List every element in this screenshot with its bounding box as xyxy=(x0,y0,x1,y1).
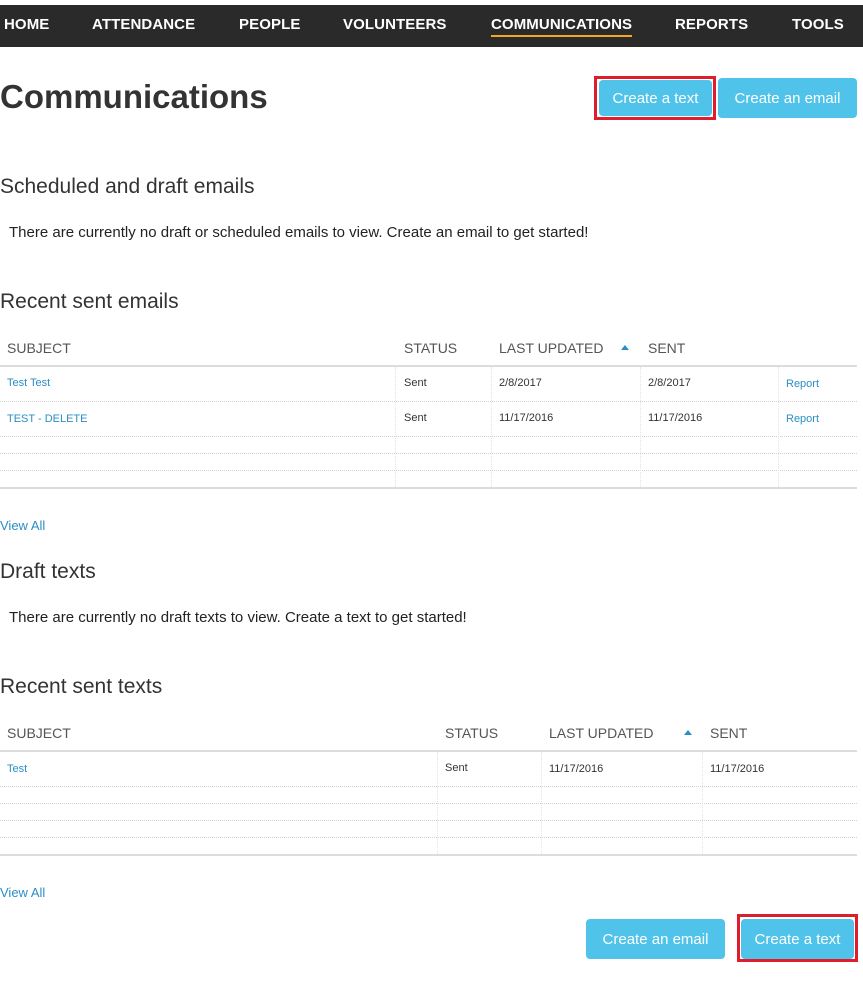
column-divider xyxy=(640,367,641,487)
nav-people[interactable]: PEOPLE xyxy=(239,5,300,47)
row-divider xyxy=(0,820,857,821)
create-text-button[interactable]: Create a text xyxy=(741,919,854,959)
column-divider xyxy=(437,752,438,854)
row-divider xyxy=(0,401,857,402)
create-email-button[interactable]: Create an email xyxy=(586,919,725,959)
texts-view-all-link[interactable]: View All xyxy=(0,885,45,900)
recent-emails-table: SUBJECT STATUS LAST UPDATED SENT Test Te… xyxy=(0,340,857,490)
row-divider xyxy=(0,436,857,437)
email-last-updated: 2/8/2017 xyxy=(499,377,542,389)
recent-texts-table: SUBJECT STATUS LAST UPDATED SENT Test Se… xyxy=(0,725,857,875)
table-bottom-divider xyxy=(0,854,857,856)
row-divider xyxy=(0,803,857,804)
text-status: Sent xyxy=(445,762,468,774)
draft-texts-heading: Draft texts xyxy=(0,560,96,583)
email-sent: 11/17/2016 xyxy=(648,412,703,424)
row-divider xyxy=(0,786,857,787)
row-divider xyxy=(0,470,857,471)
email-status: Sent xyxy=(404,412,427,424)
nav-reports[interactable]: REPORTS xyxy=(675,5,748,47)
text-subject-link[interactable]: Test xyxy=(7,763,27,775)
email-subject-link[interactable]: TEST - DELETE xyxy=(7,413,87,425)
emails-view-all-link[interactable]: View All xyxy=(0,518,45,533)
email-status: Sent xyxy=(404,377,427,389)
email-subject-link[interactable]: Test Test xyxy=(7,377,50,389)
column-header-subject[interactable]: SUBJECT xyxy=(7,725,71,741)
recent-emails-heading: Recent sent emails xyxy=(0,290,179,313)
column-header-last-updated[interactable]: LAST UPDATED xyxy=(499,340,604,356)
nav-home[interactable]: HOME xyxy=(4,5,49,47)
text-sent: 11/17/2016 xyxy=(710,763,765,775)
page-title: Communications xyxy=(0,78,268,115)
sort-ascending-icon[interactable] xyxy=(621,345,629,350)
nav-tools[interactable]: TOOLS xyxy=(792,5,844,47)
email-sent: 2/8/2017 xyxy=(648,377,691,389)
row-divider xyxy=(0,453,857,454)
column-divider xyxy=(491,367,492,487)
column-divider xyxy=(778,367,779,487)
report-link[interactable]: Report xyxy=(786,378,819,390)
sort-ascending-icon[interactable] xyxy=(684,730,692,735)
nav-communications[interactable]: COMMUNICATIONS xyxy=(491,5,633,47)
recent-texts-heading: Recent sent texts xyxy=(0,675,163,698)
create-email-button[interactable]: Create an email xyxy=(718,78,857,118)
column-divider xyxy=(541,752,542,854)
create-text-button[interactable]: Create a text xyxy=(599,80,712,116)
scheduled-emails-heading: Scheduled and draft emails xyxy=(0,175,255,198)
column-header-sent[interactable]: SENT xyxy=(710,725,747,741)
row-divider xyxy=(0,837,857,838)
table-header-divider xyxy=(0,750,857,752)
column-header-subject[interactable]: SUBJECT xyxy=(7,340,71,356)
column-divider xyxy=(395,367,396,487)
column-header-sent[interactable]: SENT xyxy=(648,340,685,356)
report-link[interactable]: Report xyxy=(786,413,819,425)
scheduled-empty-message: There are currently no draft or schedule… xyxy=(9,224,589,241)
table-header-divider xyxy=(0,365,857,367)
draft-texts-empty-message: There are currently no draft texts to vi… xyxy=(9,609,467,626)
nav-volunteers[interactable]: VOLUNTEERS xyxy=(343,5,447,47)
column-header-last-updated[interactable]: LAST UPDATED xyxy=(549,725,654,741)
column-header-status[interactable]: STATUS xyxy=(404,340,457,356)
table-bottom-divider xyxy=(0,487,857,489)
column-header-status[interactable]: STATUS xyxy=(445,725,498,741)
text-last-updated: 11/17/2016 xyxy=(549,763,604,775)
column-divider xyxy=(702,752,703,854)
nav-attendance[interactable]: ATTENDANCE xyxy=(92,5,195,47)
email-last-updated: 11/17/2016 xyxy=(499,412,554,424)
